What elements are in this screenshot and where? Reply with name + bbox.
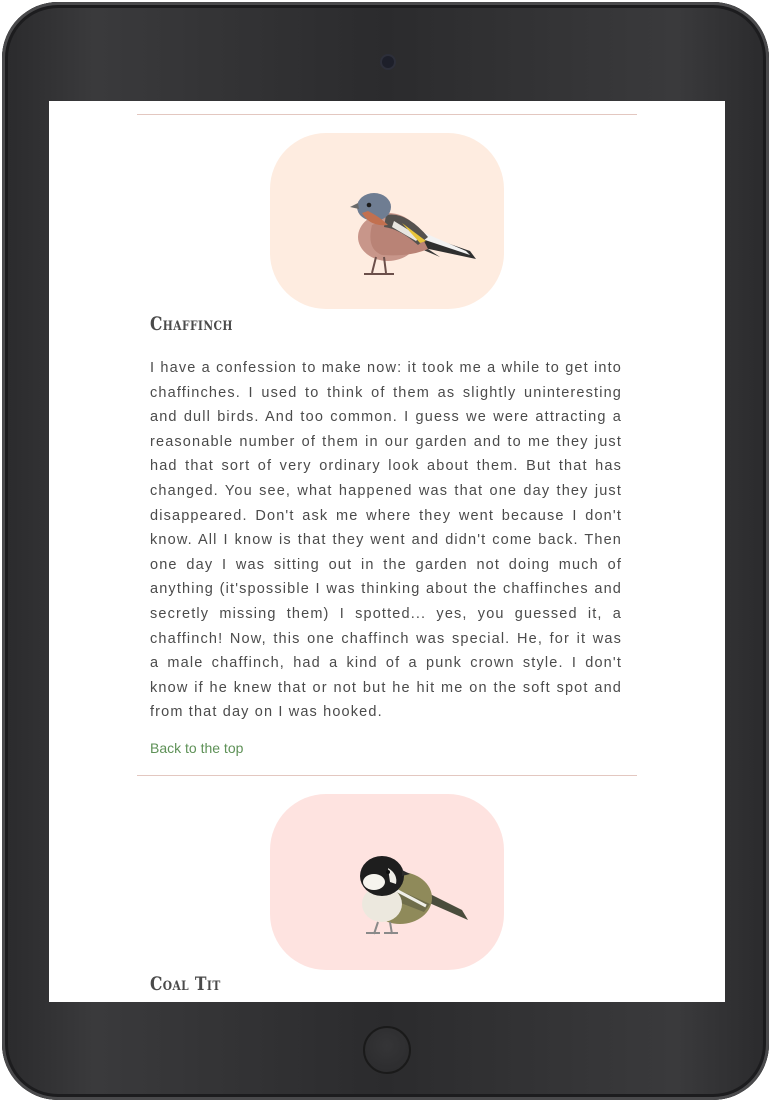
chaffinch-image-frame	[270, 133, 504, 309]
tablet-device: Chaffinch I have a confession to make no…	[2, 2, 769, 1100]
coal-tit-image	[360, 856, 468, 935]
coal-tit-image-frame	[270, 794, 504, 970]
section-divider	[137, 114, 637, 115]
back-to-top-link[interactable]: Back to the top	[150, 740, 243, 756]
home-button[interactable]	[363, 1026, 411, 1074]
coal-tit-heading: Coal Tit	[150, 973, 221, 995]
front-camera	[382, 56, 394, 68]
screen[interactable]: Chaffinch I have a confession to make no…	[49, 101, 725, 1002]
chaffinch-heading: Chaffinch	[150, 313, 233, 335]
chaffinch-description: I have a confession to make now: it took…	[150, 360, 622, 721]
chaffinch-image	[350, 193, 476, 275]
section-divider	[137, 775, 637, 776]
